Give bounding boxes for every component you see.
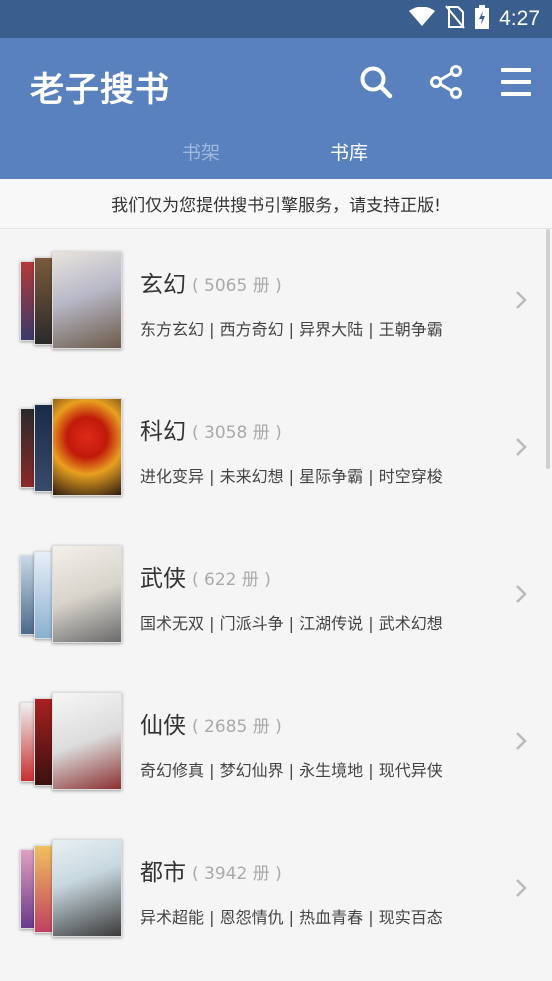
book-cover: [52, 398, 122, 496]
category-item-xuanhuan[interactable]: 玄幻 ( 5065 册 ) 东方玄幻 | 西方奇幻 | 异界大陆 | 王朝争霸: [0, 229, 552, 376]
app-title: 老子搜书: [30, 70, 170, 110]
category-count: ( 5065 册 ): [192, 276, 282, 296]
category-tags: 东方玄幻 | 西方奇幻 | 异界大陆 | 王朝争霸: [140, 320, 443, 339]
tab-bar: 书架 书库: [0, 138, 552, 178]
wifi-icon: [409, 6, 436, 31]
category-tags: 进化变异 | 未来幻想 | 星际争霸 | 时空穿梭: [140, 467, 443, 486]
app-bar: 老子搜书 书架 书库: [0, 38, 552, 179]
category-name: 都市: [140, 860, 186, 886]
share-icon[interactable]: [428, 64, 464, 100]
chevron-right-icon: [516, 879, 527, 897]
tab-bookshelf[interactable]: 书架: [182, 138, 220, 165]
book-covers: [20, 839, 122, 941]
book-cover: [52, 692, 122, 790]
book-cover: [52, 251, 122, 349]
category-tags: 国术无双 | 门派斗争 | 江湖传说 | 武术幻想: [140, 614, 443, 633]
category-count: ( 622 册 ): [192, 570, 271, 590]
notice-banner: 我们仅为您提供搜书引擎服务，请支持正版!: [0, 179, 552, 229]
category-name: 仙侠: [140, 713, 186, 739]
chevron-right-icon: [516, 732, 527, 750]
category-item-kehuan[interactable]: 科幻 ( 3058 册 ) 进化变异 | 未来幻想 | 星际争霸 | 时空穿梭: [0, 376, 552, 523]
status-icons: 4:27: [409, 5, 540, 33]
category-tags: 异术超能 | 恩怨情仇 | 热血青春 | 现实百态: [140, 908, 443, 927]
category-name: 武侠: [140, 566, 186, 592]
category-count: ( 3942 册 ): [192, 864, 282, 884]
book-covers: [20, 692, 122, 794]
category-name: 玄幻: [140, 272, 186, 298]
category-list[interactable]: 玄幻 ( 5065 册 ) 东方玄幻 | 西方奇幻 | 异界大陆 | 王朝争霸 …: [0, 229, 552, 981]
book-covers: [20, 545, 122, 647]
category-tags: 奇幻修真 | 梦幻仙界 | 永生境地 | 现代异侠: [140, 761, 443, 780]
status-time: 4:27: [499, 7, 540, 30]
category-item-wuxia[interactable]: 武侠 ( 622 册 ) 国术无双 | 门派斗争 | 江湖传说 | 武术幻想: [0, 523, 552, 670]
category-name: 科幻: [140, 419, 186, 445]
chevron-right-icon: [516, 291, 527, 309]
tab-library[interactable]: 书库: [330, 138, 368, 165]
chevron-right-icon: [516, 438, 527, 456]
battery-charging-icon: [475, 5, 490, 33]
status-bar: 4:27: [0, 0, 552, 38]
book-cover: [52, 839, 122, 937]
menu-icon[interactable]: [498, 64, 534, 100]
category-item-xianxia[interactable]: 仙侠 ( 2685 册 ) 奇幻修真 | 梦幻仙界 | 永生境地 | 现代异侠: [0, 670, 552, 817]
no-sim-icon: [445, 5, 465, 33]
app-actions: [358, 64, 534, 100]
book-covers: [20, 251, 122, 353]
book-covers: [20, 398, 122, 500]
chevron-right-icon: [516, 585, 527, 603]
category-item-dushi[interactable]: 都市 ( 3942 册 ) 异术超能 | 恩怨情仇 | 热血青春 | 现实百态: [0, 817, 552, 964]
search-icon[interactable]: [358, 64, 394, 100]
category-count: ( 3058 册 ): [192, 423, 282, 443]
book-cover: [52, 545, 122, 643]
category-count: ( 2685 册 ): [192, 717, 282, 737]
